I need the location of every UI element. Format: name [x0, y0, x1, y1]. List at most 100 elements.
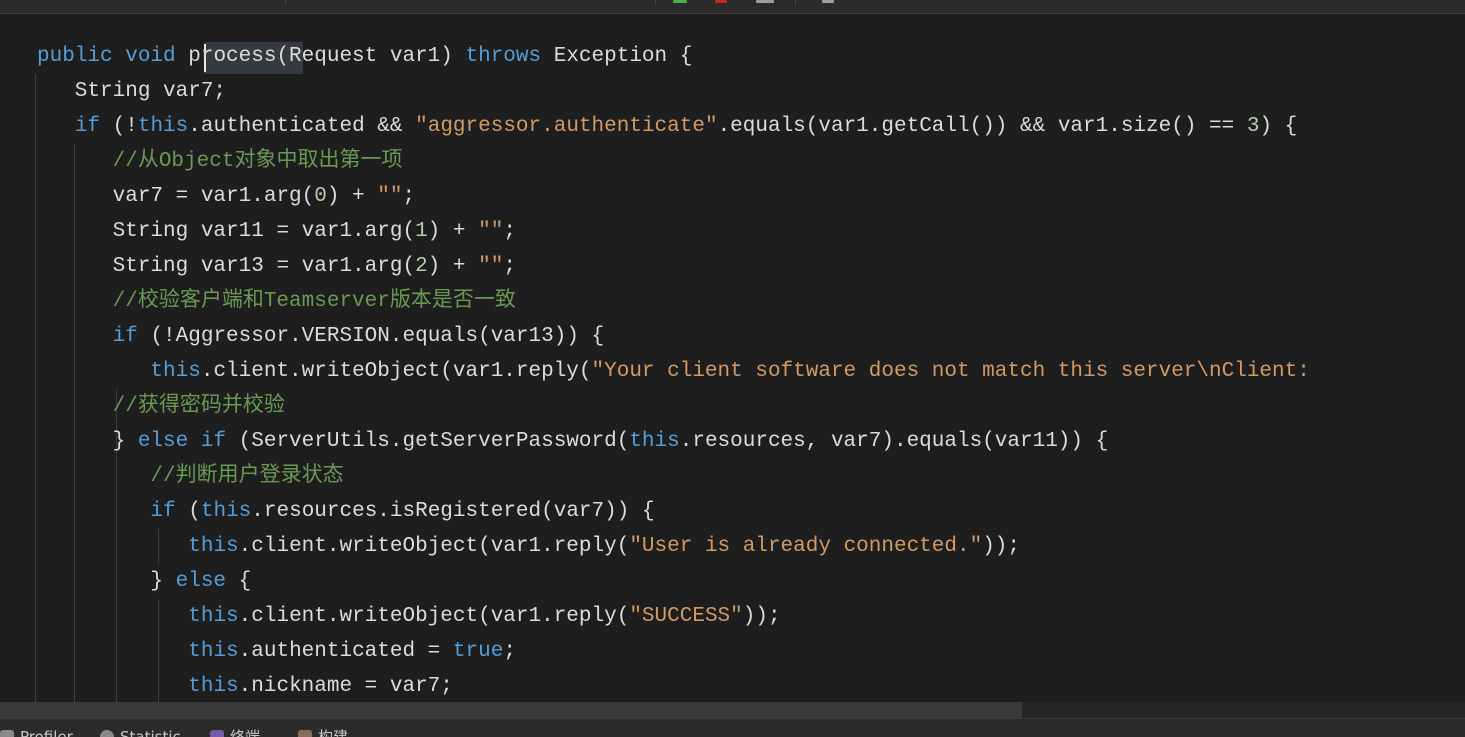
number-token: 1 [415, 220, 428, 243]
keyword-token: this [629, 430, 680, 453]
code-token: } [37, 570, 176, 593]
code-token: ( [175, 500, 201, 523]
code-token: } [37, 430, 138, 453]
code-token: .client.writeObject(var1.reply( [200, 360, 592, 383]
code-token: (!Aggressor.VERSION.equals(var13)) { [137, 325, 605, 348]
code-token: { [226, 570, 252, 593]
code-line[interactable]: String var13 = var1.arg(2) + ""; [0, 249, 1310, 284]
code-line[interactable]: } else { [0, 564, 1310, 599]
comment-token: //从Object对象中取出第一项 [112, 150, 403, 173]
code-token: ) + [427, 255, 479, 278]
toolbar-separator [285, 0, 286, 5]
top-toolbar [0, 0, 1465, 14]
code-token: (! [100, 115, 138, 138]
code-line[interactable]: String var7; [0, 74, 1310, 109]
keyword-token: this [200, 500, 252, 523]
keyword-token: else [175, 570, 227, 593]
comment-token: //校验客户端和Teamserver版本是否一致 [112, 290, 516, 313]
keyword-token: throws [465, 45, 542, 68]
code-line[interactable]: var7 = var1.arg(0) + ""; [0, 179, 1310, 214]
keyword-token: this [150, 360, 201, 383]
code-token: .authenticated && [188, 115, 416, 138]
code-token: ; [402, 185, 416, 208]
number-token: 0 [314, 185, 327, 208]
bottom-tool-window-bar: Profiler Statistic 终端 构建 [0, 718, 1465, 737]
more-icon[interactable] [756, 0, 774, 3]
horizontal-scrollbar-thumb[interactable] [0, 702, 1022, 718]
keyword-token: this [137, 115, 189, 138]
keyword-token: this [188, 605, 239, 628]
code-token: .authenticated = [238, 640, 453, 663]
code-token: ; [503, 640, 516, 663]
code-token: var7 = var1.arg( [37, 185, 315, 208]
run-icon[interactable] [673, 0, 687, 3]
keyword-token: if [112, 325, 138, 348]
code-line[interactable]: } else if (ServerUtils.getServerPassword… [0, 424, 1310, 459]
string-token: "" [377, 185, 403, 208]
string-token: "aggressor.authenticate" [415, 115, 718, 138]
comment-token: //判断用户登录状态 [150, 465, 344, 488]
stop-icon[interactable] [715, 0, 727, 3]
code-token: process(Request var1) [188, 45, 466, 68]
code-line[interactable]: if (!Aggressor.VERSION.equals(var13)) { [0, 319, 1310, 354]
string-token: "SUCCESS" [629, 605, 743, 628]
code-token: (ServerUtils.getServerPassword( [226, 430, 630, 453]
code-token: String var13 = var1.arg( [37, 255, 416, 278]
code-line[interactable]: //判断用户登录状态 [0, 459, 1310, 494]
code-line[interactable]: this.client.writeObject(var1.reply("SUCC… [0, 599, 1310, 634]
toolbar-separator [655, 0, 656, 5]
code-line[interactable]: //校验客户端和Teamserver版本是否一致 [0, 284, 1310, 319]
code-line[interactable]: //获得密码并校验 [0, 389, 1310, 424]
code-line[interactable]: this.client.writeObject(var1.reply("User… [0, 529, 1310, 564]
code-token: .resources.isRegistered(var7)) { [251, 500, 655, 523]
keyword-token: this [188, 640, 239, 663]
code-token: .nickname = var7; [238, 675, 453, 698]
code-line[interactable]: String var11 = var1.arg(1) + ""; [0, 214, 1310, 249]
toolbar-separator [795, 0, 796, 5]
string-token: "Your client software does not match thi… [591, 360, 1310, 383]
code-line[interactable]: if (!this.authenticated && "aggressor.au… [0, 109, 1310, 144]
code-editor[interactable]: public void process(Request var1) throws… [0, 14, 1465, 702]
code-line[interactable]: public void process(Request var1) throws… [0, 39, 1310, 74]
string-token: "User is already connected." [629, 535, 983, 558]
keyword-token: public void [37, 45, 189, 68]
code-line[interactable]: this.nickname = var7; [0, 669, 1310, 702]
code-token: .equals(var1.getCall()) && var1.size() =… [717, 115, 1247, 138]
number-token: 3 [1246, 115, 1260, 138]
code-token: String var11 = var1.arg( [37, 220, 416, 243]
keyword-token: true [452, 640, 504, 663]
code-token: ; [503, 220, 516, 243]
code-token: Exception { [541, 45, 693, 68]
code-token: ; [503, 255, 516, 278]
code-token: String var7; [37, 80, 227, 103]
code-token: .client.writeObject(var1.reply( [238, 535, 630, 558]
keyword-token: if [74, 115, 101, 138]
string-token: "" [478, 255, 504, 278]
comment-token: //获得密码并校验 [112, 395, 285, 418]
keyword-token: if [150, 500, 176, 523]
code-line[interactable]: this.client.writeObject(var1.reply("Your… [0, 354, 1310, 389]
code-token: ) + [427, 220, 479, 243]
search-icon[interactable] [822, 0, 834, 3]
code-token: ) + [326, 185, 378, 208]
number-token: 2 [415, 255, 428, 278]
code-token: .resources, var7).equals(var11)) { [679, 430, 1109, 453]
keyword-token: this [188, 535, 239, 558]
code-line[interactable]: if (this.resources.isRegistered(var7)) { [0, 494, 1310, 529]
string-token: "" [478, 220, 504, 243]
code-lines[interactable]: public void process(Request var1) throws… [0, 39, 1310, 702]
code-line[interactable]: this.authenticated = true; [0, 634, 1310, 669]
code-line[interactable]: //从Object对象中取出第一项 [0, 144, 1310, 179]
code-token: )); [742, 605, 781, 628]
